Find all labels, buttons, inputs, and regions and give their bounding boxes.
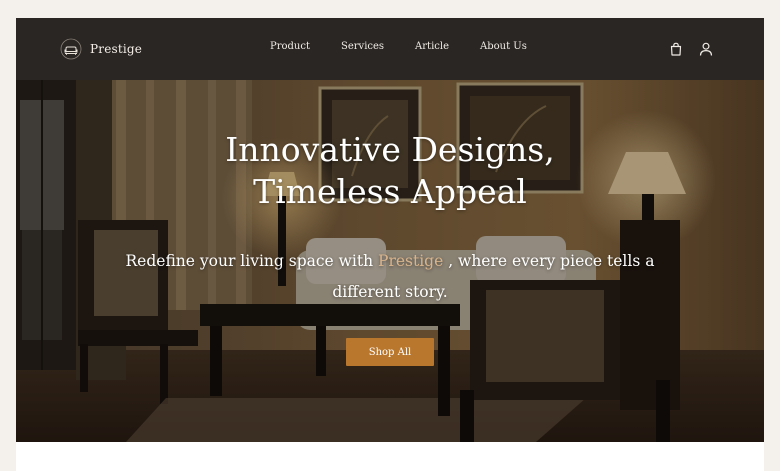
hero-title-line2: Timeless Appeal — [253, 172, 527, 211]
hero-subtitle-pre: Redefine your living space with — [125, 252, 374, 270]
shopping-bag-icon[interactable] — [668, 41, 684, 57]
nav-link-product[interactable]: Product — [270, 41, 310, 52]
nav-link-article[interactable]: Article — [415, 41, 449, 52]
nav-link-about-us[interactable]: About Us — [480, 41, 527, 52]
hero-subtitle: Redefine your living space with Prestige… — [110, 246, 670, 308]
nav-actions — [668, 41, 714, 57]
shop-all-button[interactable]: Shop All — [346, 338, 434, 366]
user-icon[interactable] — [698, 41, 714, 57]
sofa-logo-icon — [60, 38, 82, 60]
hero-title-line1: Innovative Designs, — [225, 130, 555, 169]
main-nav: Product Services Article About Us — [270, 41, 527, 52]
brand-name: Prestige — [90, 42, 143, 56]
page-frame: Prestige Product Services Article About … — [16, 18, 764, 471]
nav-link-services[interactable]: Services — [341, 41, 384, 52]
hero-section: Innovative Designs, Timeless Appeal Redef… — [16, 80, 764, 442]
hero-title: Innovative Designs, Timeless Appeal — [90, 129, 690, 213]
navbar: Prestige Product Services Article About … — [16, 18, 764, 80]
brand[interactable]: Prestige — [60, 38, 142, 60]
hero-subtitle-brand: Prestige — [378, 252, 444, 270]
